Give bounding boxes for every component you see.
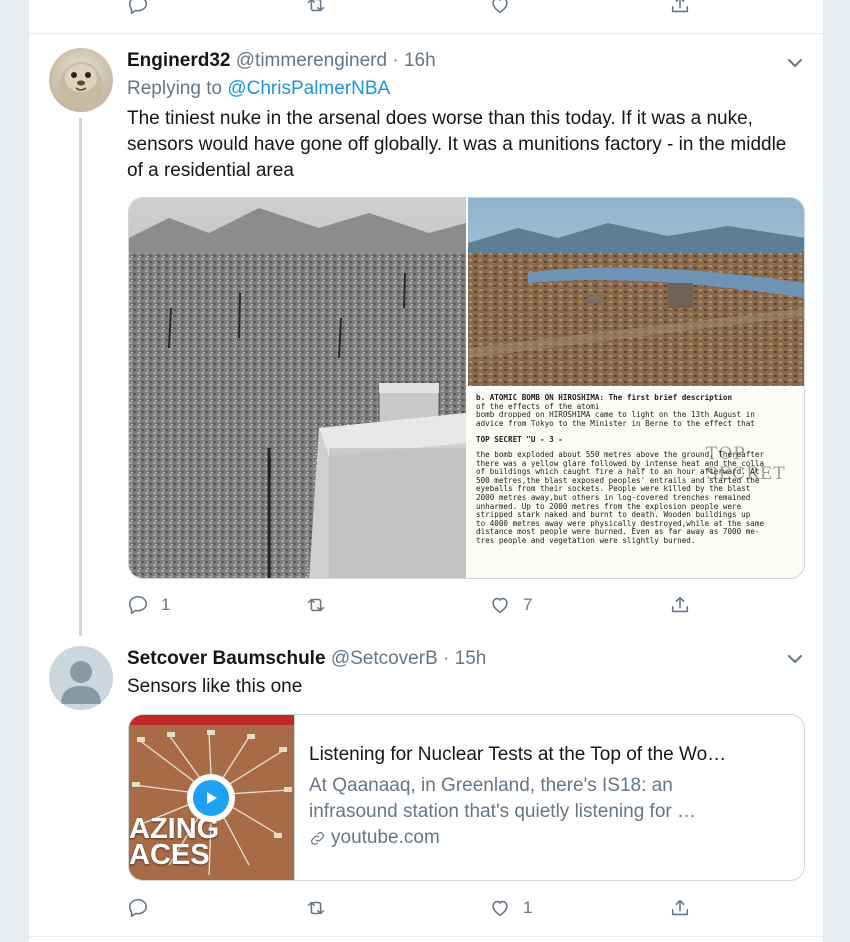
hiroshima-ruins-color-image	[468, 198, 804, 386]
doc-line: b. ATOMIC BOMB ON HIROSHIMA: The first b…	[476, 394, 733, 402]
display-name[interactable]: Setcover Baumschule	[127, 648, 326, 669]
heart-icon	[492, 900, 508, 917]
separator-dot: ·	[392, 50, 399, 71]
avatar[interactable]	[49, 646, 113, 710]
retweet-button[interactable]	[305, 0, 327, 16]
user-handle[interactable]: @SetcoverB	[331, 648, 438, 669]
replying-to: Replying to @ChrisPalmerNBA	[127, 78, 390, 100]
share-button[interactable]	[669, 0, 691, 16]
replying-prefix: Replying to	[127, 78, 223, 99]
retweet-button[interactable]	[305, 594, 327, 616]
doc-line: tres people and vegetation were slightly…	[476, 536, 696, 545]
retweet-icon	[307, 0, 325, 12]
more-options-button[interactable]	[785, 649, 805, 669]
doc-line: stripped stark naked and burnt to death.…	[476, 511, 751, 520]
hiroshima-ruins-bw-image	[129, 198, 466, 578]
default-avatar-image	[49, 646, 113, 710]
tweet-divider	[29, 33, 823, 34]
retweet-button[interactable]	[305, 897, 327, 919]
link-card[interactable]: AZING ACES Listening for Nuclear Tests a…	[128, 714, 805, 881]
chevron-down-icon	[788, 59, 802, 67]
media-photo-1[interactable]	[129, 198, 466, 578]
card-domain[interactable]: youtube.com	[309, 827, 440, 849]
retweet-icon	[307, 901, 325, 915]
doc-line: advice from Tokyo to the Minister in Ber…	[476, 419, 755, 428]
doc-line: distance most people were burned. Even a…	[476, 528, 760, 537]
heart-icon	[492, 597, 508, 614]
doc-line: bomb dropped on HIROSHIMA came to light …	[476, 411, 755, 420]
play-button[interactable]	[187, 774, 235, 822]
card-description-line: At Qaanaaq, in Greenland, there's IS18: …	[309, 775, 673, 796]
tweet-header: Setcover Baumschule @SetcoverB · 15h	[127, 648, 486, 670]
timestamp[interactable]: 15h	[455, 648, 487, 669]
like-button[interactable]: 7	[489, 594, 532, 616]
thumb-caption: ACES	[129, 839, 210, 871]
tweet-header: Enginerd32 @timmerenginerd · 16h	[127, 50, 436, 72]
reply-button[interactable]: 1	[127, 594, 170, 616]
share-icon	[671, 899, 689, 916]
user-handle[interactable]: @timmerenginerd	[236, 50, 387, 71]
share-button[interactable]	[669, 897, 691, 919]
doc-line: to 4000 metres away were physically dest…	[476, 519, 765, 528]
card-domain-text: youtube.com	[331, 827, 440, 848]
reply-icon	[128, 595, 148, 615]
tweet-text: The tiniest nuke in the arsenal does wor…	[127, 108, 787, 181]
separator-dot: ·	[443, 648, 450, 669]
play-icon	[193, 780, 229, 816]
media-grid[interactable]: b. ATOMIC BOMB ON HIROSHIMA: The first b…	[128, 197, 805, 579]
timeline-column: Enginerd32 @timmerenginerd · 16h Replyin…	[28, 0, 824, 942]
doc-line: eyeballs from their sockets. People were…	[476, 485, 751, 494]
tweet-divider	[29, 936, 823, 937]
share-button[interactable]	[669, 594, 691, 616]
card-description-line: infrasound station that's quietly listen…	[309, 801, 697, 822]
doc-line: 2000 metres away,but others in log-cover…	[476, 493, 751, 502]
media-photo-2[interactable]	[468, 198, 804, 386]
retweet-icon	[307, 598, 325, 612]
doc-line: of the effects of the atomi	[476, 402, 600, 411]
reply-icon	[128, 898, 148, 918]
display-name[interactable]: Enginerd32	[127, 50, 230, 71]
reply-button[interactable]	[127, 897, 149, 919]
more-options-button[interactable]	[785, 53, 805, 73]
like-button[interactable]: 1	[489, 897, 532, 919]
mention-link[interactable]: @ChrisPalmerNBA	[227, 78, 390, 99]
like-count: 1	[523, 898, 533, 917]
seal-avatar-image	[49, 48, 113, 112]
link-icon	[311, 831, 324, 845]
top-secret-stamp: TOP SECRET	[706, 444, 786, 484]
card-thumbnail[interactable]: AZING ACES	[129, 715, 295, 880]
card-title[interactable]: Listening for Nuclear Tests at the Top o…	[309, 744, 797, 766]
reply-button[interactable]	[127, 0, 149, 16]
like-count: 7	[523, 595, 533, 614]
timestamp[interactable]: 16h	[404, 50, 436, 71]
card-description: At Qaanaaq, in Greenland, there's IS18: …	[309, 773, 797, 825]
like-button[interactable]	[489, 0, 511, 16]
thread-line	[79, 118, 82, 636]
heart-icon	[492, 0, 508, 14]
tweet-text: Sensors like this one	[127, 676, 303, 697]
chevron-down-icon	[788, 655, 802, 663]
doc-line: unharmed. Up to 2000 metres from the exp…	[476, 502, 742, 511]
share-icon	[671, 0, 689, 13]
reply-icon	[128, 0, 148, 15]
media-photo-3[interactable]: b. ATOMIC BOMB ON HIROSHIMA: The first b…	[468, 388, 804, 578]
avatar[interactable]	[49, 48, 113, 112]
share-icon	[671, 596, 689, 613]
reply-count: 1	[161, 595, 171, 614]
